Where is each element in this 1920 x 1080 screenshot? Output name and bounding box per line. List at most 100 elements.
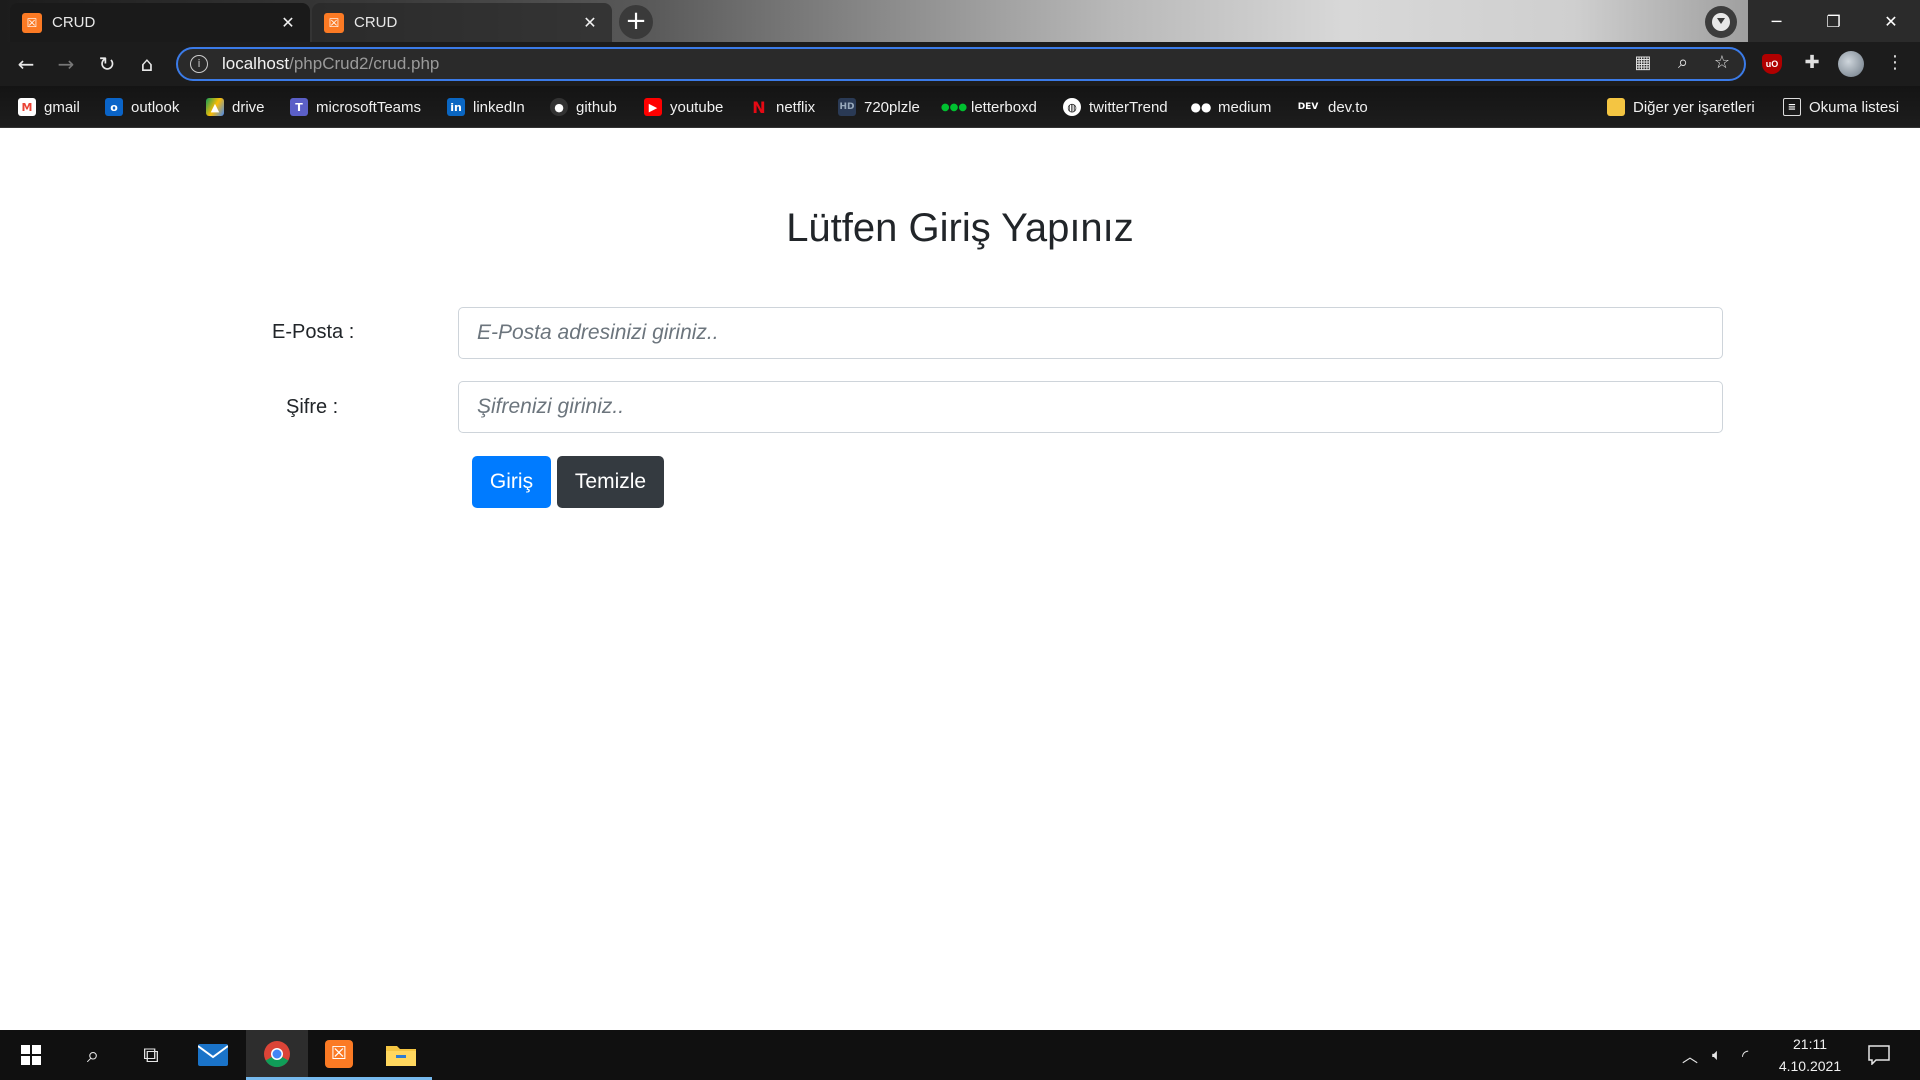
bookmark-medium[interactable]: ●● medium [1190,96,1272,118]
chevron-down-icon [1712,13,1730,31]
password-label: Şifre : [286,396,339,418]
search-icon: ⌕ [86,1042,100,1068]
xampp-app-button[interactable]: ☒ [308,1030,370,1080]
youtube-icon: ▶ [644,98,662,116]
tab-title: CRUD [52,14,96,31]
action-center-icon[interactable] [1868,1030,1890,1080]
bookmark-label: microsoftTeams [316,98,422,116]
bookmark-microsoftteams[interactable]: TmicrosoftTeams [290,96,421,118]
mail-app-button[interactable] [182,1030,244,1080]
new-tab-button[interactable]: + [619,5,653,39]
other-bookmarks-folder[interactable]: Diğer yer işaretleri [1607,96,1755,118]
email-label: E-Posta : [272,321,355,343]
reload-button[interactable]: ↻ [91,48,123,80]
site-info-icon[interactable]: i [190,55,208,73]
clock-time: 21:11 [1793,1036,1827,1052]
tab-search-button[interactable] [1705,6,1737,38]
teams-icon: T [290,98,308,116]
bookmark-label: netflix [776,98,816,116]
address-bar[interactable]: i localhost/phpCrud2/crud.php [176,47,1746,81]
hd-icon: HD [838,98,856,116]
task-view-icon: ⧉ [143,1042,159,1068]
outlook-icon: o [105,98,123,116]
bookmark-720plzle[interactable]: HD 720plzle [838,96,920,118]
bookmark-label: 720plzle [864,98,920,116]
bookmark-label: medium [1218,98,1272,116]
tray-overflow-chevron-icon[interactable]: ︿ [1682,1030,1698,1080]
file-explorer-button[interactable] [370,1030,432,1080]
dev-icon: DEV [1297,102,1319,112]
reading-list-button[interactable]: ≡ Okuma listesi [1783,96,1899,118]
task-view-button[interactable]: ⧉ [120,1030,182,1080]
volume-icon[interactable]: 🔈︎ [1712,1030,1722,1080]
login-button[interactable]: Giriş [472,456,551,508]
folder-icon [1607,98,1625,116]
zoom-icon[interactable]: ⌕ [1668,48,1698,78]
profile-avatar[interactable] [1838,51,1864,77]
url-host: localhost [222,54,290,73]
drive-icon: ▲ [206,98,224,116]
url-path: /phpCrud2/crud.php [289,54,440,73]
tab-crud-inactive[interactable]: ☒ CRUD ✕ [312,3,612,42]
linkedin-icon: in [447,98,465,116]
chrome-app-button[interactable] [246,1030,308,1080]
netflix-icon: N [752,97,766,117]
close-tab-icon[interactable]: ✕ [278,13,298,32]
qr-code-icon[interactable]: ▦ [1628,48,1658,78]
chrome-icon [264,1040,290,1067]
close-window-button[interactable]: ✕ [1862,0,1920,42]
forward-button[interactable]: → [50,48,82,80]
clock-date: 4.10.2021 [1778,1058,1842,1074]
restore-button[interactable]: ❐ [1805,0,1862,42]
xampp-icon: ☒ [325,1039,353,1068]
search-button[interactable]: ⌕ [62,1030,124,1080]
password-field[interactable] [458,381,1723,433]
bookmark-drive[interactable]: ▲ drive [206,96,265,118]
bookmark-twittertrend[interactable]: ◍ twitterTrend [1063,96,1168,118]
windows-taskbar: ⌕ ⧉ ☒ ︿ 🔈︎ ◜ 21:11 4.10.2021 [0,1030,1920,1080]
home-button[interactable]: ⌂ [131,48,163,80]
minimize-button[interactable]: ─ [1748,0,1805,42]
bookmark-outlook[interactable]: o outlook [105,96,179,118]
bookmark-star-icon[interactable]: ☆ [1707,48,1737,78]
bookmark-letterboxd[interactable]: ●●● letterboxd [940,96,1037,118]
folder-icon [386,1045,416,1066]
ublock-origin-icon[interactable]: uO [1762,54,1782,74]
bookmark-youtube[interactable]: ▶ youtube [644,96,723,118]
reading-list-icon: ≡ [1783,98,1801,116]
bookmarks-bar: Mgmail o outlook ▲ drive TmicrosoftTeams i… [0,86,1920,128]
bookmark-label: youtube [670,98,724,116]
page-title: Lütfen Giriş Yapınız [786,206,1134,250]
reading-list-label: Okuma listesi [1809,98,1900,116]
close-tab-icon[interactable]: ✕ [580,13,600,32]
back-button[interactable]: ← [10,48,42,80]
xampp-icon: ☒ [324,12,344,33]
clear-button[interactable]: Temizle [557,456,664,508]
start-button[interactable] [0,1030,62,1080]
bookmark-label: dev.to [1328,98,1368,116]
tab-title: CRUD [354,14,398,31]
wifi-icon[interactable]: ◜ [1742,1030,1748,1080]
bookmark-label: drive [232,98,265,116]
system-clock[interactable]: 21:11 4.10.2021 [1765,1033,1855,1077]
bookmark-gmail[interactable]: Mgmail [18,96,80,118]
page-content: Lütfen Giriş Yapınız E-Posta : Şifre : G… [0,128,1920,1030]
bookmark-devto[interactable]: DEV dev.to [1296,96,1368,118]
bookmark-label: letterboxd [971,98,1037,116]
medium-icon: ●● [1190,100,1212,114]
xampp-icon: ☒ [22,12,42,33]
email-field[interactable] [458,307,1723,359]
bookmark-github[interactable]: ● github [550,96,617,118]
bookmark-label: twitterTrend [1089,98,1168,116]
bookmark-label: linkedIn [473,98,525,116]
bookmark-label: gmail [44,98,80,116]
other-bookmarks-label: Diğer yer işaretleri [1633,98,1755,116]
letterboxd-icon: ●●● [940,101,968,113]
tab-strip: ☒ CRUD ✕ ☒ CRUD ✕ + ─ ❐ ✕ [0,0,1920,42]
tab-crud-active[interactable]: ☒ CRUD ✕ [10,3,310,42]
menu-kebab-icon[interactable]: ⋮ [1880,48,1910,78]
extensions-puzzle-icon[interactable]: ✚ [1797,48,1827,78]
bookmark-netflix[interactable]: Nnetflix [750,96,815,118]
gmail-icon: M [18,98,36,116]
bookmark-linkedin[interactable]: in linkedIn [447,96,525,118]
